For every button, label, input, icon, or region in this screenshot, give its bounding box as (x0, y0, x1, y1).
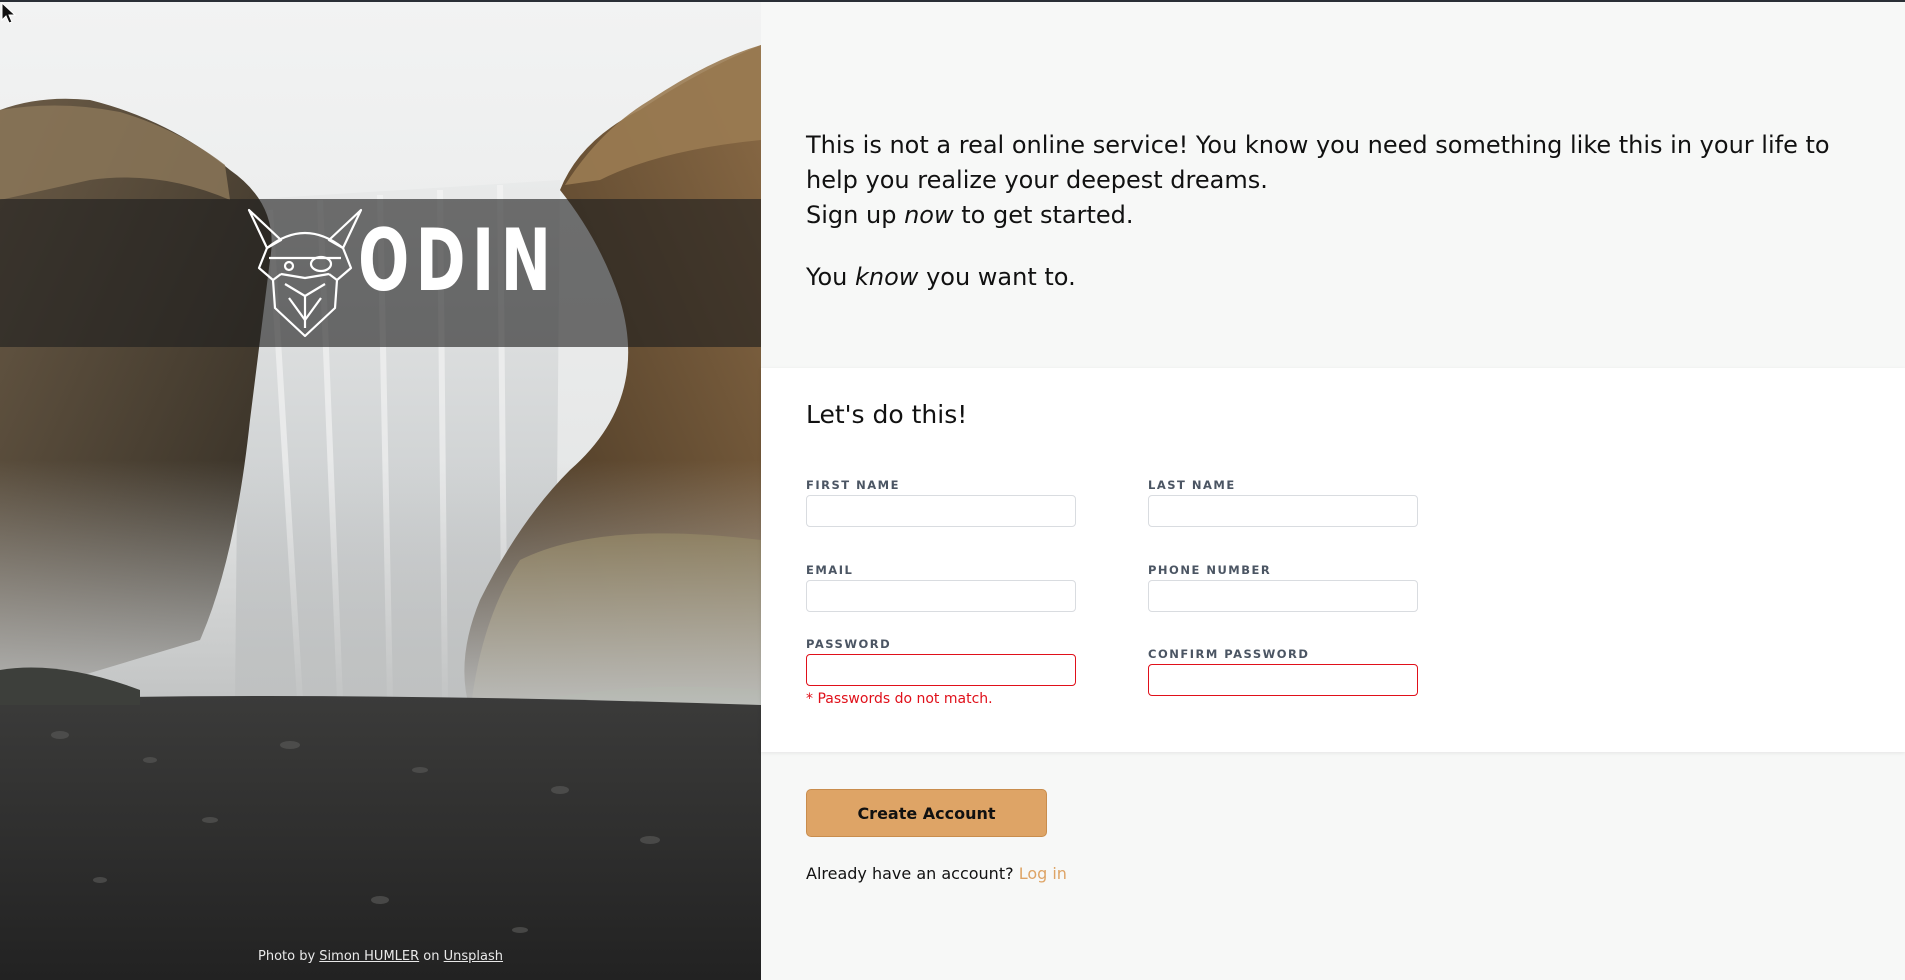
email-label: Email (806, 563, 854, 577)
mouse-cursor-icon (1, 2, 17, 24)
form-title: Let's do this! (806, 400, 968, 429)
password-label: Password (806, 637, 892, 651)
last-name-input[interactable] (1148, 495, 1418, 527)
credit-prefix: Photo by (257, 949, 316, 964)
first-name-group: First Name (806, 478, 1076, 527)
first-name-input[interactable] (806, 495, 1076, 527)
email-input[interactable] (806, 580, 1076, 612)
confirm-password-input[interactable] (1148, 664, 1418, 696)
intro-signup-text: Sign up (806, 201, 897, 229)
confirm-password-label: Confirm Password (1148, 647, 1310, 661)
email-group: Email (806, 563, 1076, 612)
intro-you: You (806, 263, 848, 291)
intro-want-tail: you want to. (926, 263, 1076, 291)
photo-credit: Photo by Simon HUMLER on Unsplash (0, 949, 761, 964)
last-name-group: Last Name (1148, 478, 1418, 527)
last-name-label: Last Name (1148, 478, 1236, 492)
photographer-link[interactable]: Simon HUMLER (319, 949, 419, 964)
first-name-label: First Name (806, 478, 900, 492)
hero-image-panel: ODIN Photo by Simon HUMLER on Unsplash (0, 0, 761, 980)
phone-input[interactable] (1148, 580, 1418, 612)
intro-signup-tail: to get started. (961, 201, 1134, 229)
password-group: Password * Passwords do not match. (806, 637, 1076, 707)
window-top-border (0, 0, 1905, 2)
intro-text: This is not a real online service! You k… (806, 128, 1876, 295)
login-prompt-text: Already have an account? (806, 864, 1014, 883)
intro-emphasis-know: know (855, 263, 919, 291)
login-prompt: Already have an account? Log in (806, 864, 1067, 883)
intro-line-2: You know you want to. (806, 260, 1876, 295)
login-link[interactable]: Log in (1019, 864, 1067, 883)
odin-logo-text: ODIN (358, 211, 558, 311)
waterfall-background-image (0, 0, 761, 980)
password-error-message: * Passwords do not match. (806, 691, 993, 707)
unsplash-link[interactable]: Unsplash (444, 949, 503, 964)
password-input[interactable] (806, 654, 1076, 686)
intro-emphasis-now: now (904, 201, 954, 229)
confirm-password-group: Confirm Password (1148, 647, 1418, 696)
create-account-button[interactable]: Create Account (806, 789, 1047, 837)
signup-form-panel: Let's do this! First Name Last Name Emai… (761, 368, 1905, 752)
intro-sentence: This is not a real online service! You k… (806, 131, 1830, 194)
phone-label: Phone Number (1148, 563, 1272, 577)
signup-content: This is not a real online service! You k… (761, 0, 1905, 980)
credit-joiner: on (423, 949, 440, 964)
intro-line-1: This is not a real online service! You k… (806, 128, 1876, 233)
phone-group: Phone Number (1148, 563, 1418, 612)
